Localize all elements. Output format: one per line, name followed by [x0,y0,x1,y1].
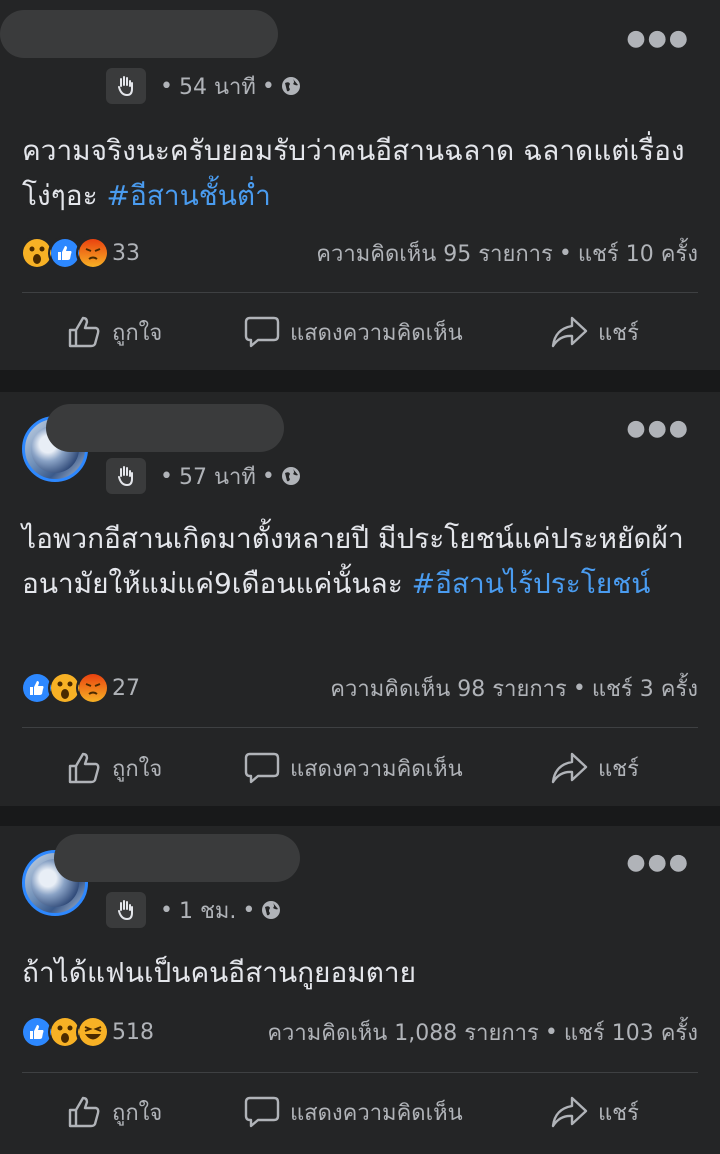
post-meta: • 1 ชม. • [106,892,281,928]
comment-button[interactable]: แสดงความคิดเห็น [244,302,463,362]
reaction-summary[interactable]: 518 [20,1015,154,1049]
author-name-redacted[interactable] [54,834,300,882]
divider [22,1072,698,1073]
post-stats: ความคิดเห็น 1,088 รายการ • แชร์ 103 ครั้… [267,1015,698,1049]
reaction-summary[interactable]: 33 [20,236,140,270]
comment-bubble-icon [244,752,280,784]
share-arrow-icon [551,1096,588,1128]
share-arrow-icon [551,752,588,784]
reaction-summary[interactable]: 27 [20,671,140,705]
like-label: ถูกใจ [112,756,163,782]
reaction-count: 518 [112,1019,154,1045]
post-time[interactable]: 57 นาที [179,459,256,494]
like-button[interactable]: ถูกใจ [66,1082,162,1142]
comment-bubble-icon [244,316,280,348]
share-label: แชร์ [598,756,639,782]
author-name-redacted[interactable] [0,10,278,58]
globe-icon [281,76,301,96]
hashtag-link[interactable]: #อีสานชั้นต่ำ [107,179,271,212]
comment-label: แสดงความคิดเห็น [290,1100,463,1126]
post-stats: ความคิดเห็น 95 รายการ • แชร์ 10 ครั้ง [316,236,698,270]
divider [22,727,698,728]
thumbs-up-icon [68,316,100,348]
like-label: ถูกใจ [112,1100,163,1126]
post-meta: • 57 นาที • [106,458,301,494]
share-count[interactable]: แชร์ 103 ครั้ง [564,1015,698,1050]
like-button[interactable]: ถูกใจ [66,738,162,798]
wave-hand-icon[interactable] [106,892,146,928]
share-button[interactable]: แชร์ [550,738,639,798]
globe-icon [261,900,281,920]
post-text: ไอพวกอีสานเกิดมาตั้งหลายปี มีประโยชน์แค่… [22,522,684,600]
comment-count[interactable]: ความคิดเห็น 1,088 รายการ [267,1015,539,1050]
comment-count[interactable]: ความคิดเห็น 95 รายการ [316,236,553,271]
like-label: ถูกใจ [112,320,163,346]
more-dots-icon[interactable]: ●●● [626,26,690,51]
comment-label: แสดงความคิดเห็น [290,756,463,782]
comment-label: แสดงความคิดเห็น [290,320,463,346]
post-card: • 54 นาที • ●●● ความจริงนะครับยอมรับว่าค… [0,0,720,370]
comment-count[interactable]: ความคิดเห็น 98 รายการ [330,671,567,706]
post-time[interactable]: 1 ชม. [179,893,236,928]
post-meta: • 54 นาที • [106,68,301,104]
comment-button[interactable]: แสดงความคิดเห็น [244,1082,463,1142]
more-dots-icon[interactable]: ●●● [626,416,690,441]
more-dots-icon[interactable]: ●●● [626,850,690,875]
share-count[interactable]: แชร์ 10 ครั้ง [578,236,698,271]
post-stats: ความคิดเห็น 98 รายการ • แชร์ 3 ครั้ง [330,671,698,705]
angry-reaction-icon [76,236,110,270]
thumbs-up-icon [68,1096,100,1128]
share-arrow-icon [551,316,588,348]
share-count[interactable]: แชร์ 3 ครั้ง [592,671,698,706]
post-text: ถ้าได้แฟนเป็นคนอีสานกูยอมตาย [22,956,417,989]
author-name-redacted[interactable] [46,404,284,452]
like-button[interactable]: ถูกใจ [66,302,162,362]
comment-button[interactable]: แสดงความคิดเห็น [244,738,463,798]
post-time[interactable]: 54 นาที [179,69,256,104]
wave-hand-icon[interactable] [106,68,146,104]
post-card: • 57 นาที • ●●● ไอพวกอีสานเกิดมาตั้งหลาย… [0,392,720,806]
angry-reaction-icon [76,671,110,705]
share-button[interactable]: แชร์ [550,1082,639,1142]
divider [22,292,698,293]
reaction-count: 27 [112,675,140,701]
share-label: แชร์ [598,320,639,346]
globe-icon [281,466,301,486]
post-card: • 1 ชม. • ●●● ถ้าได้แฟนเป็นคนอีสานกูยอมต… [0,826,720,1154]
hashtag-link[interactable]: #อีสานไร้ประโยชน์ [412,567,651,600]
post-text: ความจริงนะครับยอมรับว่าคนอีสานฉลาด ฉลาดแ… [22,134,685,212]
wave-hand-icon[interactable] [106,458,146,494]
reaction-count: 33 [112,240,140,266]
comment-bubble-icon [244,1096,280,1128]
share-label: แชร์ [598,1100,639,1126]
thumbs-up-icon [68,752,100,784]
share-button[interactable]: แชร์ [550,302,639,362]
haha-reaction-icon [76,1015,110,1049]
